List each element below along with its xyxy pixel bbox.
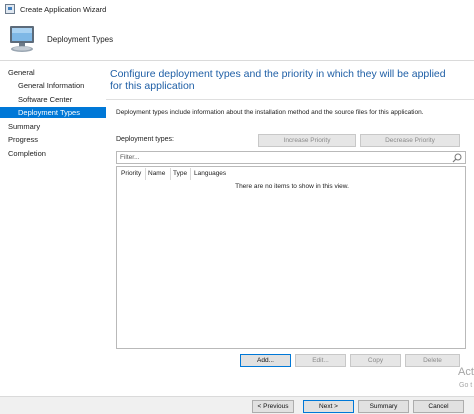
divider xyxy=(106,99,474,100)
wizard-header: Deployment Types xyxy=(0,18,474,61)
cancel-button[interactable]: Cancel xyxy=(413,400,464,413)
sidebar-item-software-center[interactable]: Software Center xyxy=(18,94,72,105)
wizard-app-icon xyxy=(5,4,15,14)
deployment-types-list[interactable]: Priority Name Type Languages There are n… xyxy=(116,166,466,349)
increase-priority-button[interactable]: Increase Priority xyxy=(258,134,356,147)
description-text: Deployment types include information abo… xyxy=(116,109,424,116)
copy-button[interactable]: Copy xyxy=(350,354,401,367)
empty-list-message: There are no items to show in this view. xyxy=(235,183,349,190)
wizard-sidebar: General General Information Software Cen… xyxy=(0,62,106,396)
deployment-types-label: Deployment types: xyxy=(116,136,174,143)
activation-watermark: Act xyxy=(458,366,474,378)
wizard-footer: < Previous Next > Summary Cancel xyxy=(0,396,474,414)
decrease-priority-button[interactable]: Decrease Priority xyxy=(360,134,460,147)
column-header-type[interactable]: Type xyxy=(173,170,187,177)
column-divider xyxy=(145,168,146,180)
sidebar-item-general-information[interactable]: General Information xyxy=(18,80,84,91)
sidebar-item-deployment-types[interactable]: Deployment Types xyxy=(0,107,106,118)
computer-icon xyxy=(10,26,34,52)
filter-field[interactable]: Filter... xyxy=(116,151,466,164)
section-heading: Configure deployment types and the prior… xyxy=(110,68,446,92)
next-button[interactable]: Next > xyxy=(303,400,354,413)
sidebar-item-progress[interactable]: Progress xyxy=(8,134,38,145)
filter-placeholder: Filter... xyxy=(120,154,140,161)
edit-button[interactable]: Edit... xyxy=(295,354,346,367)
sidebar-item-summary[interactable]: Summary xyxy=(8,121,40,132)
column-divider xyxy=(190,168,191,180)
sidebar-item-general[interactable]: General xyxy=(8,67,35,78)
previous-button[interactable]: < Previous xyxy=(252,400,294,413)
column-header-name[interactable]: Name xyxy=(148,170,165,177)
add-button[interactable]: Add... xyxy=(240,354,291,367)
title-bar: Create Application Wizard xyxy=(0,0,474,18)
sidebar-item-completion[interactable]: Completion xyxy=(8,148,46,159)
column-header-priority[interactable]: Priority xyxy=(121,170,141,177)
page-heading: Deployment Types xyxy=(47,35,114,44)
main-content: Configure deployment types and the prior… xyxy=(106,62,474,396)
window-title: Create Application Wizard xyxy=(20,4,107,14)
delete-button[interactable]: Delete xyxy=(405,354,460,367)
column-header-languages[interactable]: Languages xyxy=(194,170,226,177)
summary-button[interactable]: Summary xyxy=(358,400,409,413)
search-icon[interactable] xyxy=(452,153,462,163)
activation-watermark-subtext: Go t xyxy=(459,382,473,389)
column-divider xyxy=(170,168,171,180)
